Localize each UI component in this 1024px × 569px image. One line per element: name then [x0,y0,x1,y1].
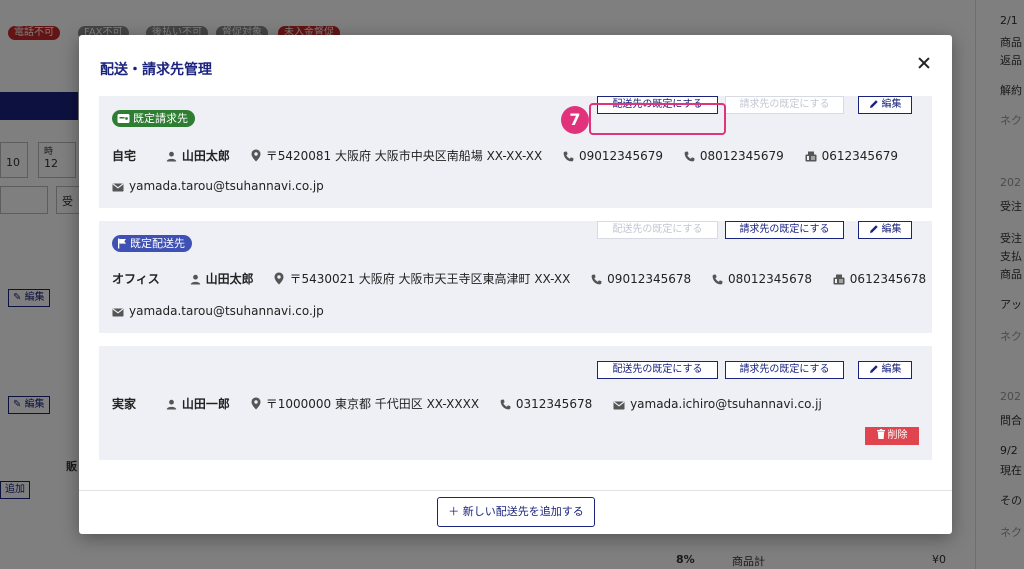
address-name: オフィス [112,272,160,286]
address: 〒5420081 大阪府 大阪市中央区南船場 XX-XX-XX [251,147,542,164]
add-shipping-address-button[interactable]: ＋ 新しい配送先を追加する [437,497,595,527]
close-icon[interactable] [916,55,932,71]
location-pin-icon [274,272,284,285]
mail-icon [112,183,124,192]
address-info-row: 実家 山田一郎 〒1000000 東京都 千代田区 XX-XXXX 031234… [112,395,839,412]
edit-button[interactable]: 編集 [858,96,912,114]
phone-icon [591,274,602,285]
step-number-badge: 7 [561,106,589,134]
set-default-billing-button[interactable]: 請求先の既定にする [725,96,844,114]
trash-icon [876,429,885,439]
email-row: yamada.tarou@tsuhannavi.co.jp [112,179,341,193]
edit-button[interactable]: 編集 [858,221,912,239]
fax-icon [805,151,817,162]
address-card-office: 既定配送先 配送先の既定にする 請求先の既定にする 編集 オフィス 山田太郎 〒… [99,221,932,333]
phone-2: 08012345678 [712,272,812,286]
person-icon [166,399,177,410]
person-icon [190,274,200,285]
email-row: yamada.tarou@tsuhannavi.co.jp [112,304,341,318]
footer-divider [79,490,952,491]
address-management-modal: 配送・請求先管理 既定請求先 配送先の既定にする 請求先の既定にする 編集 自宅… [79,35,952,534]
pencil-icon [869,100,878,108]
default-billing-badge: 既定請求先 [112,110,195,127]
address: 〒5430021 大阪府 大阪市天王寺区東高津町 XX-XX [274,270,570,287]
default-shipping-badge: 既定配送先 [112,235,192,252]
set-default-shipping-button[interactable]: 配送先の既定にする [597,361,718,379]
email: yamada.ichiro@tsuhannavi.co.jj [613,397,822,411]
location-pin-icon [251,149,261,162]
phone-1: 0312345678 [500,397,592,411]
set-default-shipping-button[interactable]: 配送先の既定にする [597,221,718,239]
phone-icon [712,274,723,285]
modal-title: 配送・請求先管理 [100,62,212,78]
recipient: 山田太郎 [166,147,230,164]
recipient: 山田太郎 [190,270,254,287]
fax-icon [833,274,845,285]
address-card-home: 既定請求先 配送先の既定にする 請求先の既定にする 編集 自宅 山田太郎 〒54… [99,96,932,208]
set-default-billing-button[interactable]: 請求先の既定にする [725,361,844,379]
address-info-row: 自宅 山田太郎 〒5420081 大阪府 大阪市中央区南船場 XX-XX-XX … [112,147,915,164]
phone-2: 08012345679 [684,149,784,163]
tutorial-highlight [589,103,726,135]
recipient: 山田一郎 [166,395,230,412]
phone-1: 09012345679 [563,149,663,163]
flag-icon [118,238,126,249]
address-info-row: オフィス 山田太郎 〒5430021 大阪府 大阪市天王寺区東高津町 XX-XX… [112,270,943,287]
phone-1: 09012345678 [591,272,691,286]
address-card-parents-home: 配送先の既定にする 請求先の既定にする 編集 実家 山田一郎 〒1000000 … [99,346,932,460]
fax: 0612345679 [805,149,898,163]
location-pin-icon [251,397,261,410]
address: 〒1000000 東京都 千代田区 XX-XXXX [251,395,479,412]
billing-icon [117,114,130,123]
set-default-billing-button[interactable]: 請求先の既定にする [725,221,844,239]
mail-icon [613,401,625,410]
delete-button[interactable]: 削除 [865,427,919,445]
fax: 0612345678 [833,272,926,286]
email: yamada.tarou@tsuhannavi.co.jp [112,179,324,193]
pencil-icon [869,225,878,233]
address-name: 実家 [112,397,137,411]
email: yamada.tarou@tsuhannavi.co.jp [112,304,324,318]
mail-icon [112,308,124,317]
phone-icon [500,399,511,410]
edit-button[interactable]: 編集 [858,361,912,379]
phone-icon [563,151,574,162]
address-name: 自宅 [112,149,137,163]
person-icon [166,151,177,162]
phone-icon [684,151,695,162]
pencil-icon [869,365,878,373]
